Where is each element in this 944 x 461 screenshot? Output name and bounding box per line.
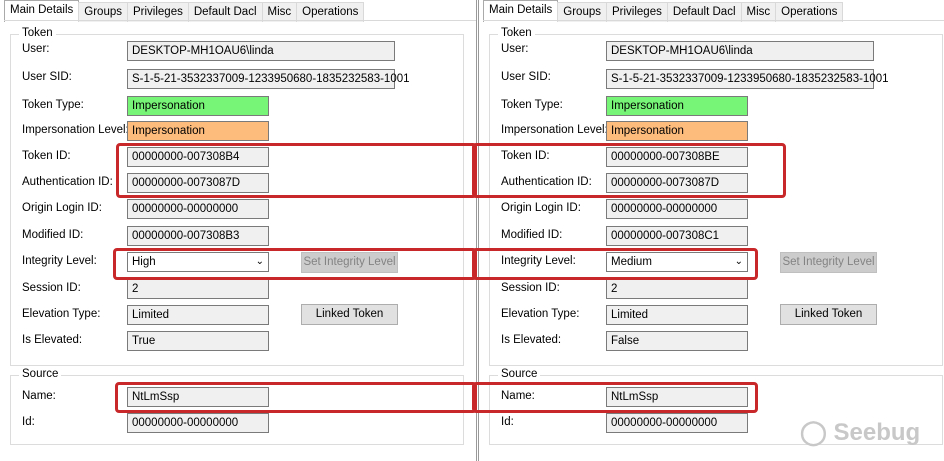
tab-main-details[interactable]: Main Details	[483, 0, 559, 22]
tab-divider	[483, 20, 944, 21]
user-label: User:	[501, 43, 529, 55]
elevation-type-field[interactable]: Limited	[606, 305, 748, 325]
modified-id-label: Modified ID:	[501, 229, 563, 241]
is-elevated-label: Is Elevated:	[501, 334, 562, 346]
token-group-label: Token	[19, 27, 56, 39]
tab-bar: Main Details Groups Privileges Default D…	[483, 0, 844, 22]
impersonation-level-label: Impersonation Level:	[22, 124, 129, 136]
source-group-label: Source	[498, 368, 541, 380]
tab-groups[interactable]: Groups	[557, 2, 607, 22]
highlight-integrity-right	[472, 248, 758, 280]
token-type-label: Token Type:	[22, 99, 84, 111]
tab-default-dacl[interactable]: Default Dacl	[666, 2, 742, 22]
impersonation-level-field[interactable]: Impersonation	[127, 121, 269, 141]
seebug-logo-icon: ◯	[800, 419, 827, 446]
source-id-label: Id:	[501, 416, 514, 428]
linked-token-button[interactable]: Linked Token	[301, 304, 398, 325]
user-label: User:	[22, 43, 50, 55]
highlight-name-right	[472, 382, 758, 413]
tab-default-dacl[interactable]: Default Dacl	[187, 2, 263, 22]
user-field[interactable]: DESKTOP-MH1OAU6\linda	[127, 41, 395, 61]
user-sid-label: User SID:	[501, 71, 551, 83]
tab-divider	[4, 20, 476, 21]
is-elevated-field[interactable]: False	[606, 331, 748, 351]
user-field[interactable]: DESKTOP-MH1OAU6\linda	[606, 41, 874, 61]
authentication-id-label: Authentication ID:	[22, 176, 113, 188]
token-type-field[interactable]: Impersonation	[127, 96, 269, 116]
user-sid-field[interactable]: S-1-5-21-3532337009-1233950680-183523258…	[127, 69, 410, 89]
tab-main-details[interactable]: Main Details	[4, 0, 80, 22]
token-id-label: Token ID:	[22, 150, 71, 162]
token-group-label: Token	[498, 27, 535, 39]
origin-login-id-label: Origin Login ID:	[501, 202, 581, 214]
tab-operations[interactable]: Operations	[296, 2, 365, 22]
elevation-type-label: Elevation Type:	[22, 308, 101, 320]
tab-bar: Main Details Groups Privileges Default D…	[4, 0, 365, 22]
tab-misc[interactable]: Misc	[261, 2, 298, 22]
linked-token-button[interactable]: Linked Token	[780, 304, 877, 325]
session-id-label: Session ID:	[501, 282, 560, 294]
impersonation-level-label: Impersonation Level:	[501, 124, 608, 136]
highlight-ids-right	[472, 143, 786, 198]
set-integrity-level-button[interactable]: Set Integrity Level	[780, 252, 877, 273]
origin-login-id-field[interactable]: 00000000-00000000	[127, 199, 269, 219]
tab-privileges[interactable]: Privileges	[606, 2, 668, 22]
source-id-field[interactable]: 00000000-00000000	[127, 413, 269, 433]
highlight-ids-left	[116, 143, 477, 198]
user-sid-label: User SID:	[22, 71, 72, 83]
source-name-label: Name:	[22, 390, 56, 402]
session-id-label: Session ID:	[22, 282, 81, 294]
integrity-level-label: Integrity Level:	[22, 255, 97, 267]
source-id-field[interactable]: 00000000-00000000	[606, 413, 748, 433]
impersonation-level-field[interactable]: Impersonation	[606, 121, 748, 141]
is-elevated-label: Is Elevated:	[22, 334, 83, 346]
token-type-label: Token Type:	[501, 99, 563, 111]
tab-operations[interactable]: Operations	[775, 2, 844, 22]
modified-id-field[interactable]: 00000000-007308C1	[606, 226, 748, 246]
source-group-label: Source	[19, 368, 62, 380]
tab-groups[interactable]: Groups	[78, 2, 128, 22]
elevation-type-field[interactable]: Limited	[127, 305, 269, 325]
tab-privileges[interactable]: Privileges	[127, 2, 189, 22]
session-id-field[interactable]: 2	[127, 279, 269, 299]
user-sid-field[interactable]: S-1-5-21-3532337009-1233950680-183523258…	[606, 69, 889, 89]
modified-id-field[interactable]: 00000000-007308B3	[127, 226, 269, 246]
is-elevated-field[interactable]: True	[127, 331, 269, 351]
seebug-watermark: ◯ Seebug	[800, 418, 920, 447]
modified-id-label: Modified ID:	[22, 229, 84, 241]
seebug-watermark-text: Seebug	[833, 419, 921, 446]
session-id-field[interactable]: 2	[606, 279, 748, 299]
source-id-label: Id:	[22, 416, 35, 428]
tab-misc[interactable]: Misc	[740, 2, 777, 22]
token-type-field[interactable]: Impersonation	[606, 96, 748, 116]
highlight-integrity-left	[113, 248, 477, 280]
elevation-type-label: Elevation Type:	[501, 308, 580, 320]
origin-login-id-field[interactable]: 00000000-00000000	[606, 199, 748, 219]
origin-login-id-label: Origin Login ID:	[22, 202, 102, 214]
highlight-name-left	[115, 382, 477, 413]
